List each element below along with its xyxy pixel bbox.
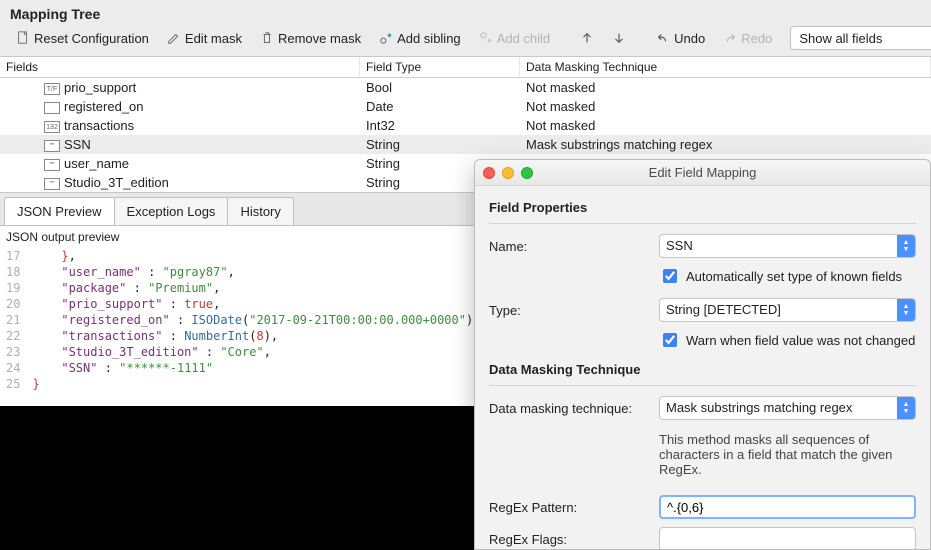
field-type-icon: [44, 102, 60, 114]
redo-button: Redo: [717, 28, 778, 49]
table-row[interactable]: T/F prio_support BoolNot masked: [0, 78, 931, 97]
col-technique[interactable]: Data Masking Technique: [520, 57, 931, 77]
table-row[interactable]: registered_on DateNot masked: [0, 97, 931, 116]
table-row[interactable]: 132 transactions Int32Not masked: [0, 116, 931, 135]
field-technique: Not masked: [520, 97, 931, 116]
edit-mask-button[interactable]: Edit mask: [161, 28, 248, 49]
field-type-icon: "": [44, 178, 60, 190]
dialog-title: Edit Field Mapping: [475, 165, 930, 180]
field-type: Bool: [360, 78, 520, 97]
technique-select[interactable]: Mask substrings matching regex ▲▼: [659, 396, 916, 420]
section-field-properties: Field Properties: [489, 200, 916, 215]
field-type: String: [360, 135, 520, 154]
move-up-button[interactable]: [574, 28, 600, 48]
regex-pattern-label: RegEx Pattern:: [489, 500, 659, 515]
field-name: registered_on: [64, 99, 144, 114]
toolbar: Reset Configuration Edit mask Remove mas…: [10, 26, 921, 56]
dialog-titlebar[interactable]: Edit Field Mapping: [475, 160, 930, 186]
document-icon: [16, 31, 30, 45]
field-type: Date: [360, 97, 520, 116]
undo-icon: [656, 31, 670, 45]
move-down-button[interactable]: [606, 28, 632, 48]
trash-icon: [260, 31, 274, 45]
technique-hint: This method masks all sequences of chara…: [659, 432, 916, 477]
technique-label: Data masking technique:: [489, 401, 659, 416]
field-name: Studio_3T_edition: [64, 175, 169, 190]
warn-checkbox[interactable]: Warn when field value was not changed: [659, 330, 916, 350]
chevron-updown-icon: ▲▼: [897, 235, 915, 257]
arrow-up-icon: [580, 31, 594, 45]
redo-icon: [723, 31, 737, 45]
field-name: SSN: [64, 137, 91, 152]
undo-button[interactable]: Undo: [650, 28, 711, 49]
chevron-updown-icon: ▲▼: [897, 299, 915, 321]
add-child-icon: [479, 31, 493, 45]
add-sibling-button[interactable]: Add sibling: [373, 28, 467, 49]
section-masking: Data Masking Technique: [489, 362, 916, 377]
field-name: prio_support: [64, 80, 136, 95]
type-select[interactable]: String [DETECTED] ▲▼: [659, 298, 916, 322]
arrow-down-icon: [612, 31, 626, 45]
remove-mask-button[interactable]: Remove mask: [254, 28, 367, 49]
tab-history[interactable]: History: [227, 197, 293, 225]
tab-exception-logs[interactable]: Exception Logs: [114, 197, 229, 225]
json-preview-code: 171819202122232425 }, "user_name" : "pgr…: [0, 248, 474, 406]
field-technique: Not masked: [520, 116, 931, 135]
name-label: Name:: [489, 239, 659, 254]
field-type-icon: "": [44, 140, 60, 152]
pencil-icon: [167, 31, 181, 45]
auto-type-checkbox[interactable]: Automatically set type of known fields: [659, 266, 916, 286]
field-type-icon: 132: [44, 121, 60, 133]
table-row[interactable]: "" SSN StringMask substrings matching rege…: [0, 135, 931, 154]
field-type-icon: "": [44, 159, 60, 171]
table-header: Fields Field Type Data Masking Technique: [0, 57, 931, 78]
type-label: Type:: [489, 303, 659, 318]
col-type[interactable]: Field Type: [360, 57, 520, 77]
name-select[interactable]: SSN ▲▼: [659, 234, 916, 258]
col-fields[interactable]: Fields: [0, 57, 360, 77]
add-child-button: Add child: [473, 28, 556, 49]
show-fields-select[interactable]: Show all fields ▲▼: [790, 26, 931, 50]
field-type-icon: T/F: [44, 83, 60, 95]
regex-flags-label: RegEx Flags:: [489, 532, 659, 547]
regex-flags-input[interactable]: [659, 527, 916, 549]
field-name: transactions: [64, 118, 134, 133]
reset-config-button[interactable]: Reset Configuration: [10, 28, 155, 49]
regex-pattern-input[interactable]: [659, 495, 916, 519]
tab-json-preview[interactable]: JSON Preview: [4, 197, 115, 225]
panel-title: Mapping Tree: [10, 6, 921, 26]
add-sibling-icon: [379, 31, 393, 45]
field-name: user_name: [64, 156, 129, 171]
field-technique: Not masked: [520, 78, 931, 97]
chevron-updown-icon: ▲▼: [897, 397, 915, 419]
field-type: Int32: [360, 116, 520, 135]
edit-field-mapping-dialog: Edit Field Mapping Field Properties Name…: [474, 159, 931, 550]
field-technique: Mask substrings matching regex: [520, 135, 931, 154]
